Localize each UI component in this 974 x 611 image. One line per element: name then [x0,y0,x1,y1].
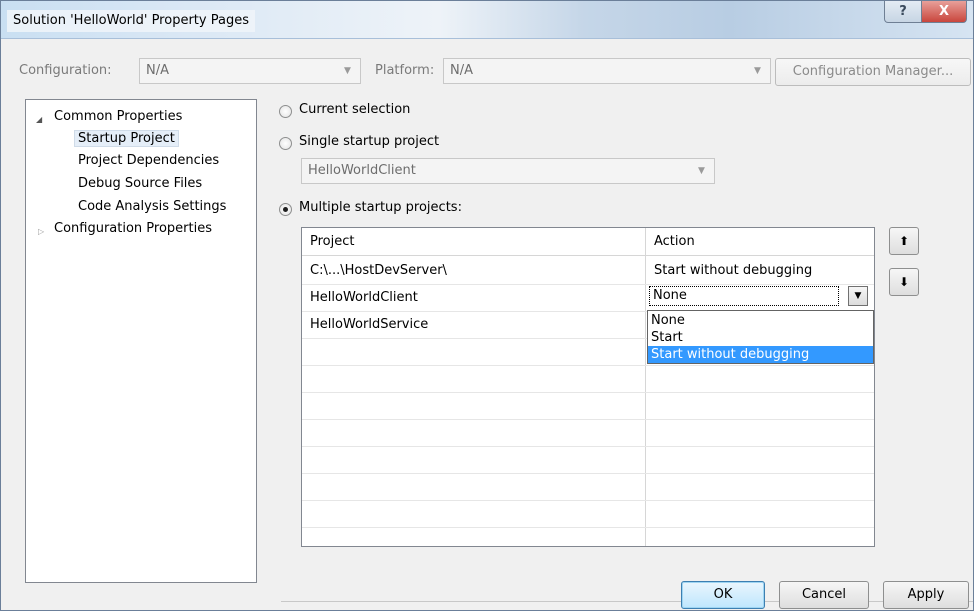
chevron-down-icon: ▼ [344,66,351,76]
multiple-startup-radio[interactable] [279,203,292,216]
single-startup-combo[interactable]: HelloWorldClient ▼ [301,158,715,184]
startup-projects-grid: Project Action C:\...\HostDevServer\ Sta… [301,227,875,547]
footer-separator [281,601,973,602]
single-startup-value: HelloWorldClient [308,163,416,178]
current-selection-label[interactable]: Current selection [299,102,410,117]
tree-item-common-properties[interactable]: Common Properties [54,109,182,124]
tree-item-project-dependencies[interactable]: Project Dependencies [78,153,219,168]
tree-item-code-analysis-settings[interactable]: Code Analysis Settings [78,199,226,214]
platform-label: Platform: [375,63,435,78]
expanded-arrow-icon[interactable]: ◢ [36,115,42,124]
row-divider [302,473,874,474]
arrow-up-icon: ⬆ [898,234,910,248]
platform-value: N/A [450,63,473,78]
action-dropdown-list: None Start Start without debugging [647,310,874,364]
grid-header: Project Action [302,228,874,256]
property-tree: ◢ Common Properties Startup Project Proj… [25,99,257,583]
help-button[interactable]: ? [884,1,922,23]
single-startup-label[interactable]: Single startup project [299,134,439,149]
close-icon: X [938,4,950,19]
configuration-label: Configuration: [19,63,112,78]
window-title: Solution 'HelloWorld' Property Pages [7,10,255,32]
chevron-down-icon[interactable]: ▼ [848,286,868,306]
dialog-client-area: Configuration: N/A ▼ Platform: N/A ▼ Con… [11,40,973,610]
row-divider [302,500,874,501]
row-divider [302,419,874,420]
help-icon: ? [899,4,907,19]
single-startup-radio[interactable] [279,137,292,150]
move-down-button[interactable]: ⬇ [889,268,919,296]
row-divider [302,365,874,366]
row-2-action-dropdown[interactable]: None ▼ [647,285,875,307]
configuration-value: N/A [146,63,169,78]
platform-combo[interactable]: N/A ▼ [443,58,771,84]
tree-item-startup-project[interactable]: Startup Project [74,130,179,147]
configuration-combo[interactable]: N/A ▼ [139,58,361,84]
row-2-project[interactable]: HelloWorldClient [310,290,418,305]
cancel-button[interactable]: Cancel [779,581,869,609]
configuration-manager-button[interactable]: Configuration Manager... [775,58,971,86]
move-up-button[interactable]: ⬆ [889,227,919,255]
multiple-startup-label[interactable]: Multiple startup projects: [299,200,462,215]
title-bar[interactable]: Solution 'HelloWorld' Property Pages ? X [1,1,973,39]
close-button[interactable]: X [921,1,967,23]
tree-item-configuration-properties[interactable]: Configuration Properties [54,221,212,236]
column-header-action[interactable]: Action [654,234,695,249]
collapsed-arrow-icon[interactable]: ▷ [38,227,44,236]
row-divider [302,527,874,528]
chevron-down-icon: ▼ [754,66,761,76]
column-separator [645,228,646,546]
ok-button[interactable]: OK [681,581,765,609]
column-header-project[interactable]: Project [310,234,354,249]
property-pages-window: Solution 'HelloWorld' Property Pages ? X… [0,0,974,611]
dropdown-option-start-without-debugging[interactable]: Start without debugging [648,346,873,363]
row-1-action[interactable]: Start without debugging [654,263,812,278]
apply-button[interactable]: Apply [883,581,969,609]
chevron-down-icon: ▼ [698,166,705,176]
dropdown-option-start[interactable]: Start [648,329,873,346]
row-3-project[interactable]: HelloWorldService [310,317,428,332]
arrow-down-icon: ⬇ [898,275,910,289]
row-2-action-value[interactable]: None [649,286,839,306]
row-1-project[interactable]: C:\...\HostDevServer\ [310,263,447,278]
row-divider [302,392,874,393]
current-selection-radio[interactable] [279,105,292,118]
tree-item-debug-source-files[interactable]: Debug Source Files [78,176,202,191]
dropdown-option-none[interactable]: None [648,312,873,329]
row-divider [302,446,874,447]
